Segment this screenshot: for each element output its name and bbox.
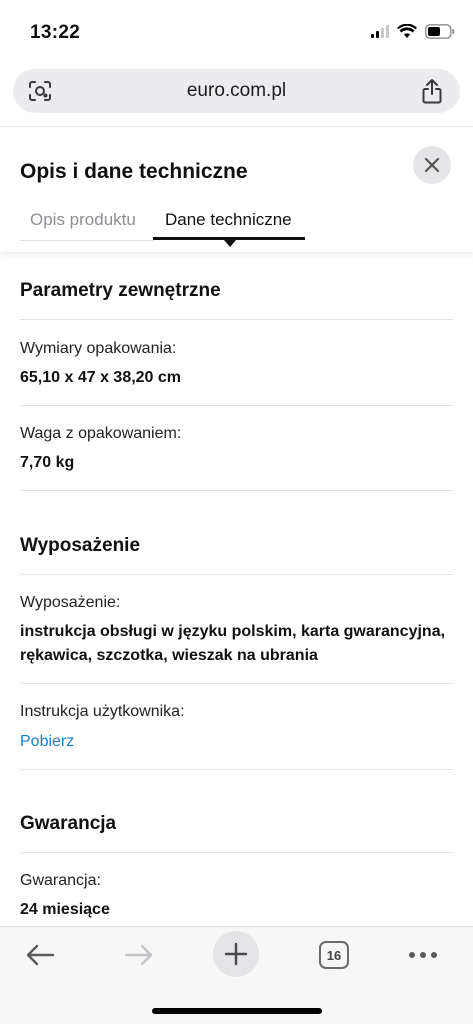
more-menu-button[interactable] [405, 933, 441, 977]
divider [20, 683, 453, 684]
active-tab-caret [224, 240, 236, 247]
back-button[interactable] [20, 933, 60, 977]
tab-dane-techniczne[interactable]: Dane techniczne [165, 210, 292, 230]
spec-label-user-manual: Instrukcja użytkownika: [20, 703, 185, 720]
section-title-external: Parametry zewnętrzne [20, 280, 221, 301]
share-icon[interactable] [420, 77, 444, 105]
battery-icon [425, 24, 455, 39]
status-time: 13:22 [30, 22, 81, 43]
divider [20, 319, 453, 320]
section-title-warranty: Gwarancja [20, 813, 117, 834]
spec-value-equipment: instrukcja obsługi w języku polskim, kar… [20, 623, 446, 664]
spec-label-dimensions: Wymiary opakowania: [20, 340, 177, 357]
spec-label-weight: Waga z opakowaniem: [20, 425, 182, 442]
spec-label-equipment: Wyposażenie: [20, 594, 121, 611]
plus-icon [224, 942, 248, 966]
forward-arrow-icon [124, 944, 153, 966]
new-tab-button[interactable] [213, 931, 259, 977]
cellular-signal-icon [371, 25, 389, 38]
url-text[interactable]: euro.com.pl [13, 80, 460, 102]
section-title-equipment: Wyposażenie [20, 535, 141, 556]
divider [20, 574, 453, 575]
divider [20, 852, 453, 853]
close-icon [424, 157, 440, 173]
more-dots-icon [409, 952, 437, 958]
download-manual-link[interactable]: Pobierz [20, 733, 74, 751]
divider [20, 769, 453, 770]
address-bar[interactable]: euro.com.pl [13, 69, 460, 113]
back-arrow-icon [26, 944, 55, 966]
spec-value-weight: 7,70 kg [20, 454, 75, 471]
status-bar: 13:22 [0, 0, 473, 64]
panel-top-divider [0, 126, 473, 127]
wifi-icon [397, 24, 417, 38]
panel-title: Opis i dane techniczne [20, 160, 248, 183]
divider [20, 405, 453, 406]
spec-value-dimensions: 65,10 x 47 x 38,20 cm [20, 369, 182, 386]
close-button[interactable] [413, 146, 451, 184]
divider [20, 490, 453, 491]
tabs-baseline [20, 240, 154, 241]
status-icons [371, 24, 455, 39]
spec-value-warranty: 24 miesiące [20, 901, 110, 918]
home-indicator [152, 1008, 322, 1014]
tabs-count: 16 [319, 941, 349, 969]
spec-label-warranty: Gwarancja: [20, 872, 101, 889]
tab-opis-produktu[interactable]: Opis produktu [30, 210, 136, 230]
tabs-overview-button[interactable]: 16 [316, 933, 352, 977]
forward-button[interactable] [119, 933, 159, 977]
